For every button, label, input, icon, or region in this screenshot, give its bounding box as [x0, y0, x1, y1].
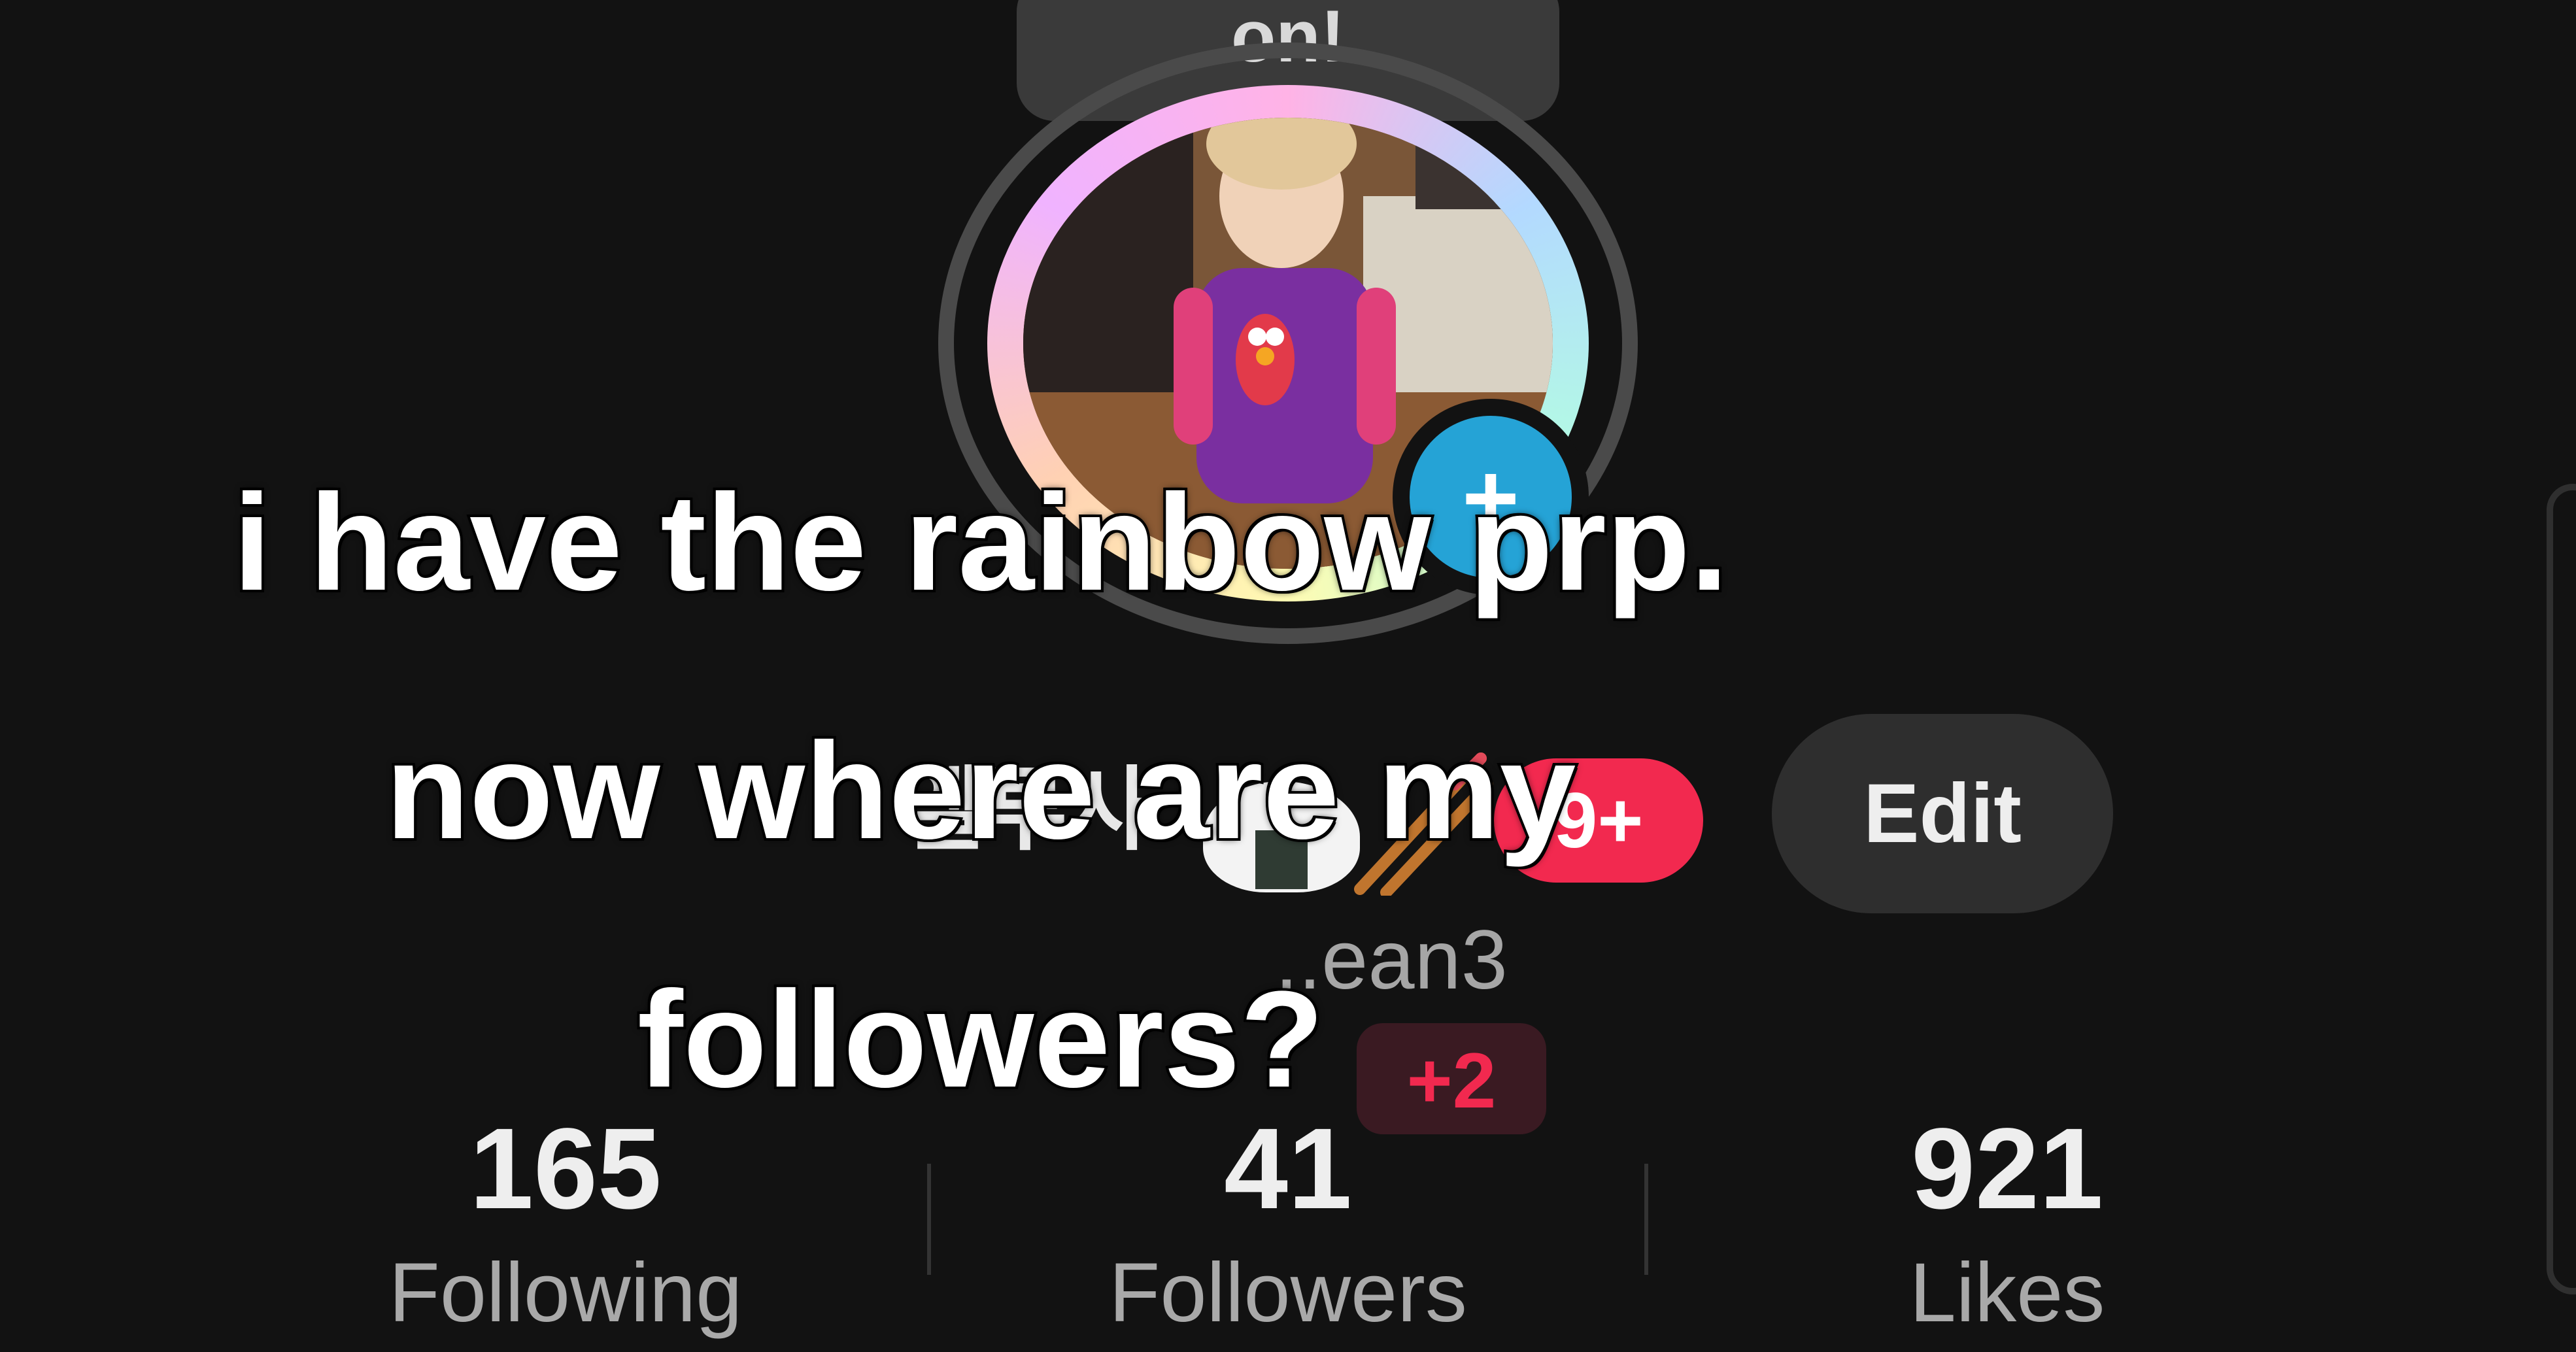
scroll-handle[interactable] [2547, 484, 2576, 1294]
caption-line: now where are my [383, 711, 1579, 870]
stat-divider [1644, 1164, 1648, 1275]
stat-label: Likes [1909, 1246, 2105, 1340]
stat-divider [927, 1164, 931, 1275]
stat-label: Followers [1109, 1246, 1467, 1340]
profile-screen: on! + 엘루사 9+ Edit ..ean3 +2 165 Followin… [0, 0, 2576, 1352]
caption-line: followers? [635, 960, 1327, 1119]
caption-line: i have the rainbow prp. [230, 463, 1731, 622]
stat-label: Following [388, 1246, 743, 1340]
video-caption-overlay: i have the rainbow prp. now where are my… [118, 418, 1844, 1164]
